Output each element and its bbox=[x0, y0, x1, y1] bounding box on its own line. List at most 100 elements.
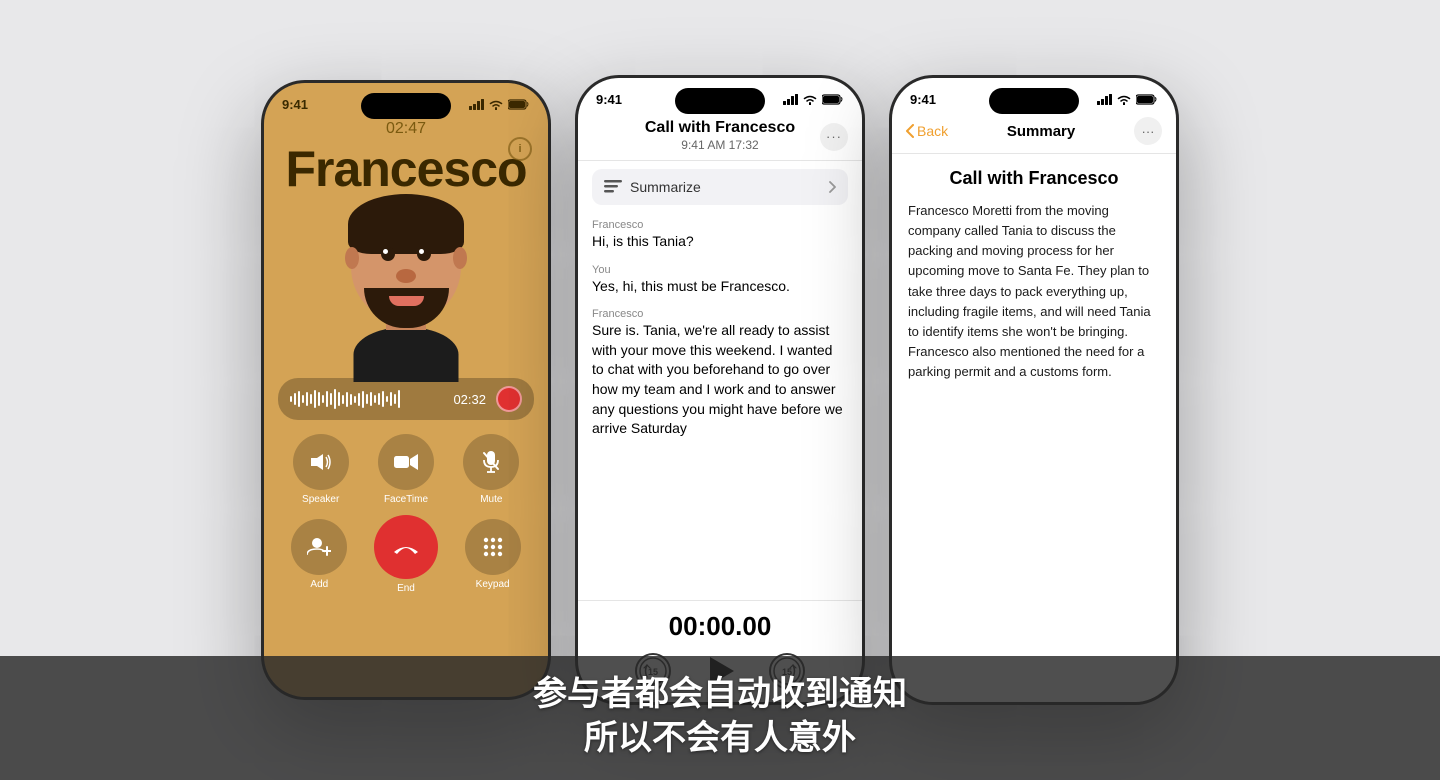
signal-icon-3 bbox=[1097, 94, 1112, 105]
subtitle-overlay: 参与者都会自动收到通知 所以不会有人意外 bbox=[0, 656, 1440, 780]
summarize-button[interactable]: Summarize bbox=[592, 169, 848, 205]
wave-1 bbox=[290, 396, 292, 402]
summary-more-button[interactable]: ··· bbox=[1134, 117, 1162, 145]
wave-2 bbox=[294, 393, 296, 405]
info-button[interactable]: i bbox=[508, 137, 532, 161]
add-label: Add bbox=[310, 579, 328, 590]
wave-7 bbox=[314, 390, 316, 408]
transcript-more-button[interactable]: ··· bbox=[820, 123, 848, 151]
speaker-text-2: Sure is. Tania, we're all ready to assis… bbox=[592, 321, 848, 439]
wave-5 bbox=[306, 392, 308, 406]
facetime-button[interactable]: FaceTime bbox=[378, 434, 434, 505]
transcript-header: Call with Francesco 9:41 AM 17:32 ··· bbox=[578, 113, 862, 161]
wave-18 bbox=[358, 393, 360, 406]
back-chevron-icon bbox=[906, 124, 914, 138]
wave-24 bbox=[382, 391, 384, 407]
battery-icon-3 bbox=[1136, 94, 1158, 105]
mute-label: Mute bbox=[480, 494, 502, 505]
signal-icon-1 bbox=[469, 99, 484, 110]
wave-11 bbox=[330, 393, 332, 405]
wave-15 bbox=[346, 392, 348, 407]
speaker-name-2: Francesco bbox=[592, 308, 848, 320]
keypad-circle bbox=[465, 519, 521, 575]
wave-17 bbox=[354, 396, 356, 403]
add-button[interactable]: Add bbox=[291, 519, 347, 590]
wave-13 bbox=[338, 392, 340, 406]
transcript-entry-1: You Yes, hi, this must be Francesco. bbox=[592, 264, 848, 297]
transcript-time: 9:41 AM 17:32 bbox=[618, 138, 822, 152]
speaker-label: Speaker bbox=[302, 494, 339, 505]
recording-time: 02:32 bbox=[453, 392, 486, 407]
wave-3 bbox=[298, 391, 300, 407]
keypad-button[interactable]: Keypad bbox=[465, 519, 521, 590]
caller-name: Francesco bbox=[264, 142, 548, 197]
summarize-icon bbox=[604, 180, 622, 194]
end-call-button[interactable]: End bbox=[374, 515, 438, 594]
speaker-circle bbox=[293, 434, 349, 490]
subtitle-line-1: 参与者都会自动收到通知 bbox=[80, 672, 1360, 716]
phone-summary: 9:41 bbox=[889, 75, 1179, 705]
avatar-area bbox=[264, 197, 548, 372]
summary-call-title: Call with Francesco bbox=[908, 168, 1160, 189]
avatar-hair bbox=[348, 194, 464, 254]
signal-icon-2 bbox=[783, 94, 798, 105]
call-timer: 02:47 bbox=[264, 120, 548, 138]
back-button[interactable]: Back bbox=[906, 123, 948, 139]
wave-8 bbox=[318, 392, 320, 406]
wifi-icon-2 bbox=[803, 94, 817, 105]
avatar-right-ear bbox=[453, 247, 467, 269]
status-time-1: 9:41 bbox=[282, 97, 308, 112]
speaker-name-1: You bbox=[592, 264, 848, 276]
screen-active-call: 9:41 bbox=[264, 83, 548, 697]
transcript-entry-0: Francesco Hi, is this Tania? bbox=[592, 219, 848, 252]
wave-26 bbox=[390, 392, 392, 406]
left-eye-shine bbox=[383, 249, 388, 254]
speaker-text-0: Hi, is this Tania? bbox=[592, 232, 848, 252]
battery-icon-1 bbox=[508, 99, 530, 110]
playback-timer: 00:00.00 bbox=[592, 611, 848, 642]
end-call-icon bbox=[392, 540, 420, 554]
facetime-label: FaceTime bbox=[384, 494, 428, 505]
avatar-beard bbox=[364, 288, 449, 328]
wave-22 bbox=[374, 395, 376, 403]
status-icons-1 bbox=[469, 99, 530, 110]
wave-23 bbox=[378, 393, 380, 405]
left-eye bbox=[381, 247, 395, 261]
wave-14 bbox=[342, 395, 344, 404]
speaker-name-0: Francesco bbox=[592, 219, 848, 231]
speaker-text-1: Yes, hi, this must be Francesco. bbox=[592, 277, 848, 297]
wifi-icon-3 bbox=[1117, 94, 1131, 105]
mute-button[interactable]: Mute bbox=[463, 434, 519, 505]
phone-transcript: 9:41 bbox=[575, 75, 865, 705]
transcript-content: Francesco Hi, is this Tania? You Yes, hi… bbox=[578, 213, 862, 600]
summarize-label: Summarize bbox=[630, 179, 701, 195]
wifi-icon-1 bbox=[489, 99, 503, 110]
wave-9 bbox=[322, 395, 324, 403]
back-label: Back bbox=[917, 123, 948, 139]
wave-20 bbox=[366, 394, 368, 404]
record-button[interactable] bbox=[496, 386, 522, 412]
wave-10 bbox=[326, 391, 328, 407]
status-icons-3 bbox=[1097, 94, 1158, 105]
summary-nav: Back Summary ··· bbox=[892, 113, 1176, 154]
transcript-title: Call with Francesco bbox=[618, 119, 822, 137]
mute-circle bbox=[463, 434, 519, 490]
speaker-button[interactable]: Speaker bbox=[293, 434, 349, 505]
wave-6 bbox=[310, 394, 312, 404]
dynamic-island-2 bbox=[675, 88, 765, 114]
add-circle bbox=[291, 519, 347, 575]
facetime-circle bbox=[378, 434, 434, 490]
wave-25 bbox=[386, 396, 388, 402]
screen-summary: 9:41 bbox=[892, 78, 1176, 702]
wave-28 bbox=[398, 390, 400, 408]
wave-16 bbox=[350, 394, 352, 405]
summarize-left: Summarize bbox=[604, 179, 701, 195]
keypad-label: Keypad bbox=[476, 579, 510, 590]
avatar-left-ear bbox=[345, 247, 359, 269]
end-call-circle bbox=[374, 515, 438, 579]
summary-nav-title: Summary bbox=[1007, 123, 1075, 140]
avatar-head bbox=[351, 202, 461, 320]
summarize-chevron-icon bbox=[829, 181, 836, 193]
dynamic-island-3 bbox=[989, 88, 1079, 114]
waveform-bar: 02:32 bbox=[278, 378, 534, 420]
